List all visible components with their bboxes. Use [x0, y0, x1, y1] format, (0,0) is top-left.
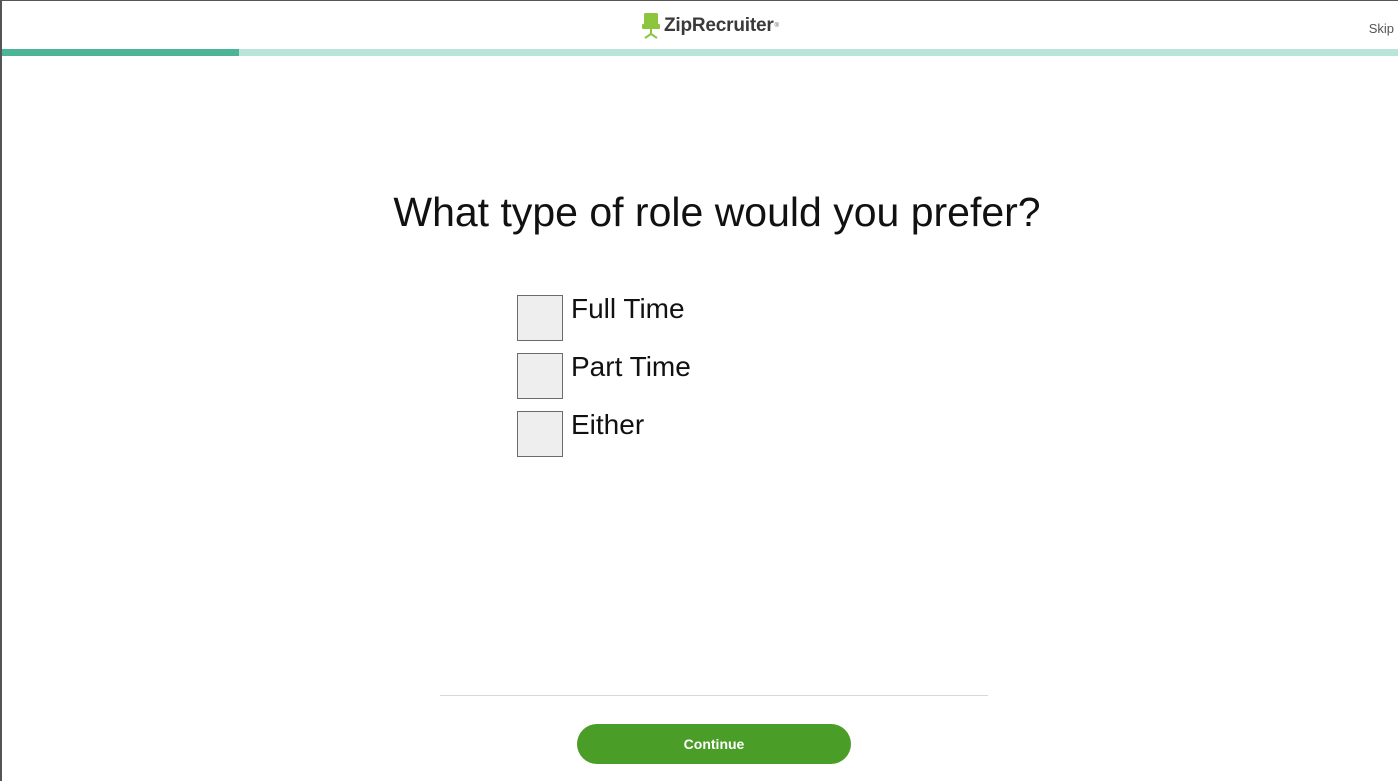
role-options: Full Time Part Time Either [517, 293, 691, 467]
header: ZipRecruiter ® Skip [2, 1, 1398, 49]
option-label: Full Time [571, 293, 685, 324]
option-label: Part Time [571, 351, 691, 382]
option-full-time[interactable]: Full Time [517, 293, 691, 343]
continue-button[interactable]: Continue [577, 724, 851, 764]
chair-icon [642, 13, 660, 39]
question-title: What type of role would you prefer? [393, 189, 1041, 235]
footer-divider [440, 695, 988, 696]
option-part-time[interactable]: Part Time [517, 351, 691, 401]
registered-mark: ® [774, 23, 779, 29]
option-label: Either [571, 409, 645, 440]
full-time-checkbox[interactable] [517, 295, 563, 341]
ziprecruiter-logo: ZipRecruiter ® [642, 11, 779, 41]
either-checkbox[interactable] [517, 411, 563, 457]
part-time-checkbox[interactable] [517, 353, 563, 399]
option-either[interactable]: Either [517, 409, 691, 459]
skip-link[interactable]: Skip [1369, 21, 1394, 36]
app-window: ZipRecruiter ® Skip What type of role wo… [0, 0, 1398, 781]
brand-name: ZipRecruiter [664, 15, 774, 36]
progress-bar-fill [2, 49, 240, 56]
progress-bar [2, 49, 1398, 56]
